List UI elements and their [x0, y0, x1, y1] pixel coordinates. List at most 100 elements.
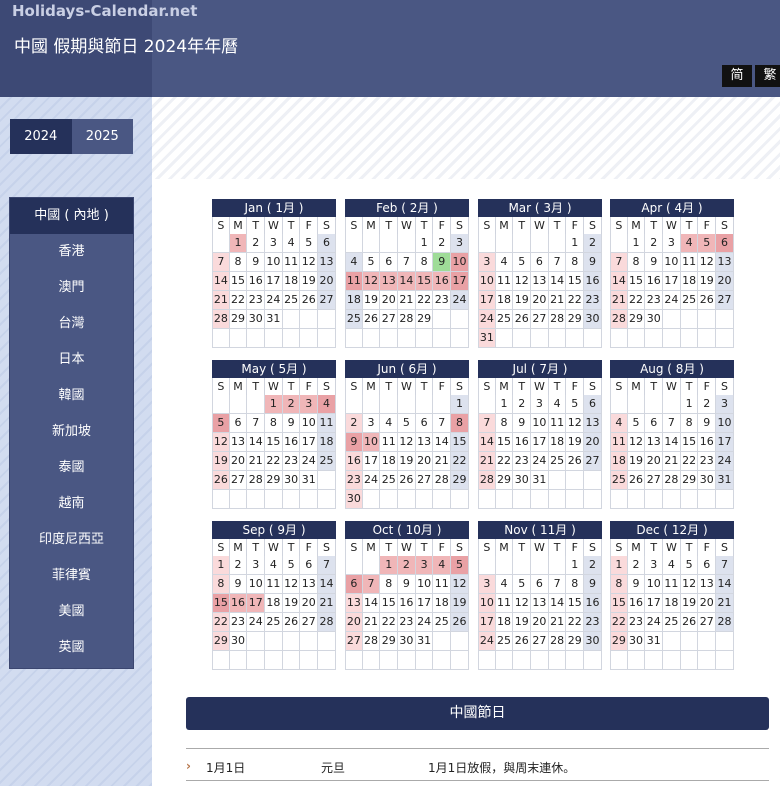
- region-philippines[interactable]: 菲律賓: [10, 558, 133, 594]
- region-usa[interactable]: 美國: [10, 594, 133, 630]
- day-cell[interactable]: 12: [451, 575, 469, 594]
- day-cell[interactable]: 3: [265, 234, 283, 253]
- day-cell[interactable]: 5: [362, 253, 381, 272]
- day-cell[interactable]: 24: [531, 452, 549, 471]
- day-cell[interactable]: 23: [345, 471, 363, 490]
- simplified-chinese-button[interactable]: 简: [722, 65, 752, 87]
- day-cell[interactable]: 16: [282, 433, 301, 452]
- day-cell[interactable]: 14: [548, 594, 567, 613]
- day-cell[interactable]: 23: [645, 291, 664, 310]
- day-cell[interactable]: 24: [478, 632, 496, 651]
- region-uk[interactable]: 英國: [10, 630, 133, 666]
- day-cell[interactable]: 2: [433, 234, 452, 253]
- day-cell[interactable]: 20: [584, 433, 602, 452]
- day-cell[interactable]: 4: [548, 395, 567, 414]
- day-cell[interactable]: 19: [212, 452, 230, 471]
- day-cell[interactable]: 15: [610, 594, 628, 613]
- day-cell[interactable]: 17: [265, 272, 283, 291]
- day-cell[interactable]: 13: [531, 594, 549, 613]
- day-cell[interactable]: 19: [282, 594, 301, 613]
- region-hong-kong[interactable]: 香港: [10, 234, 133, 270]
- day-cell[interactable]: 13: [345, 594, 363, 613]
- day-cell[interactable]: 14: [318, 575, 336, 594]
- day-cell[interactable]: 8: [680, 414, 699, 433]
- day-cell[interactable]: 27: [531, 632, 549, 651]
- day-cell[interactable]: 12: [398, 433, 416, 452]
- day-cell[interactable]: 13: [318, 253, 336, 272]
- day-cell[interactable]: 7: [663, 414, 681, 433]
- day-cell[interactable]: 12: [566, 414, 585, 433]
- day-cell[interactable]: 12: [212, 433, 230, 452]
- day-cell[interactable]: 1: [229, 234, 248, 253]
- day-cell[interactable]: 1: [566, 234, 585, 253]
- day-cell[interactable]: 8: [451, 414, 469, 433]
- day-cell[interactable]: 24: [716, 452, 734, 471]
- day-cell[interactable]: 31: [415, 632, 434, 651]
- day-cell[interactable]: 16: [645, 272, 664, 291]
- day-cell[interactable]: 8: [566, 253, 585, 272]
- day-cell[interactable]: 16: [513, 433, 532, 452]
- day-cell[interactable]: 18: [265, 594, 283, 613]
- day-cell[interactable]: 21: [548, 291, 567, 310]
- region-japan[interactable]: 日本: [10, 342, 133, 378]
- day-cell[interactable]: 17: [300, 433, 319, 452]
- day-cell[interactable]: 14: [548, 272, 567, 291]
- day-cell[interactable]: 30: [247, 310, 266, 329]
- day-cell[interactable]: 20: [645, 452, 664, 471]
- day-cell[interactable]: 20: [229, 452, 248, 471]
- day-cell[interactable]: 12: [513, 272, 532, 291]
- day-cell[interactable]: 1: [415, 234, 434, 253]
- day-cell[interactable]: 25: [265, 613, 283, 632]
- day-cell[interactable]: 13: [584, 414, 602, 433]
- day-cell[interactable]: 18: [680, 272, 699, 291]
- day-cell[interactable]: 4: [663, 556, 681, 575]
- day-cell[interactable]: 3: [663, 234, 681, 253]
- region-vietnam[interactable]: 越南: [10, 486, 133, 522]
- day-cell[interactable]: 14: [433, 433, 452, 452]
- day-cell[interactable]: 31: [300, 471, 319, 490]
- day-cell[interactable]: 18: [345, 291, 363, 310]
- day-cell[interactable]: 23: [584, 613, 602, 632]
- day-cell[interactable]: 30: [345, 490, 363, 509]
- day-cell[interactable]: 29: [265, 471, 283, 490]
- day-cell[interactable]: 3: [478, 253, 496, 272]
- day-cell[interactable]: 3: [362, 414, 381, 433]
- day-cell[interactable]: 19: [300, 272, 319, 291]
- day-cell[interactable]: 24: [247, 613, 266, 632]
- day-cell[interactable]: 24: [478, 310, 496, 329]
- day-cell[interactable]: 9: [645, 253, 664, 272]
- day-cell[interactable]: 4: [680, 234, 699, 253]
- day-cell[interactable]: 18: [610, 452, 628, 471]
- day-cell[interactable]: 8: [415, 253, 434, 272]
- day-cell[interactable]: 6: [318, 234, 336, 253]
- day-cell[interactable]: 7: [362, 575, 381, 594]
- day-cell[interactable]: 29: [380, 632, 399, 651]
- day-cell[interactable]: 1: [451, 395, 469, 414]
- day-cell[interactable]: 23: [398, 613, 416, 632]
- month-title[interactable]: Dec ( 12月 ): [610, 521, 734, 539]
- day-cell[interactable]: 16: [247, 272, 266, 291]
- day-cell[interactable]: 14: [663, 433, 681, 452]
- day-cell[interactable]: 25: [282, 291, 301, 310]
- day-cell[interactable]: 28: [478, 471, 496, 490]
- day-cell[interactable]: 22: [451, 452, 469, 471]
- day-cell[interactable]: 26: [513, 632, 532, 651]
- day-cell[interactable]: 12: [300, 253, 319, 272]
- day-cell[interactable]: 9: [584, 253, 602, 272]
- region-taiwan[interactable]: 台灣: [10, 306, 133, 342]
- day-cell[interactable]: 30: [398, 632, 416, 651]
- day-cell[interactable]: 12: [362, 272, 381, 291]
- month-title[interactable]: Aug ( 8月 ): [610, 360, 734, 378]
- region-china-mainland[interactable]: 中國 ( 內地 ): [10, 198, 133, 234]
- day-cell[interactable]: 7: [247, 414, 266, 433]
- day-cell[interactable]: 1: [610, 556, 628, 575]
- day-cell[interactable]: 10: [478, 594, 496, 613]
- day-cell[interactable]: 21: [716, 594, 734, 613]
- day-cell[interactable]: 3: [645, 556, 664, 575]
- day-cell[interactable]: 24: [645, 613, 664, 632]
- month-title[interactable]: May ( 5月 ): [212, 360, 336, 378]
- day-cell[interactable]: 15: [415, 272, 434, 291]
- day-cell[interactable]: 3: [415, 556, 434, 575]
- day-cell[interactable]: 26: [680, 613, 699, 632]
- day-cell[interactable]: 13: [300, 575, 319, 594]
